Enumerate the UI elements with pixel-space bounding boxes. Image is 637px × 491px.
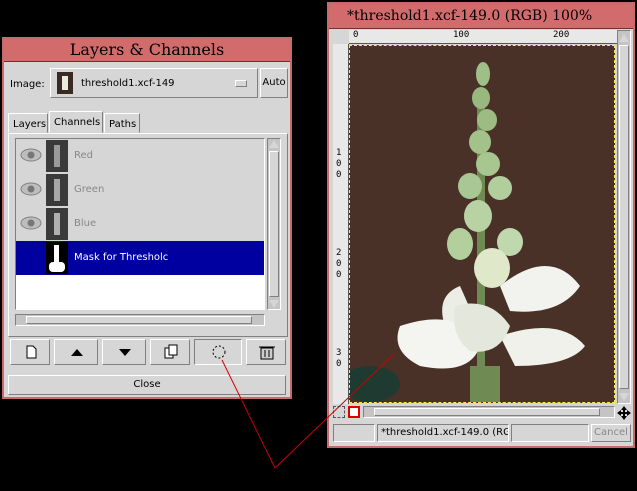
lower-channel-button[interactable] <box>102 339 146 365</box>
channel-row-mask[interactable]: Mask for Thresholc <box>16 241 264 275</box>
image-window: *threshold1.xcf-149.0 (RGB) 100% 0 100 2… <box>327 2 635 448</box>
channel-name: Green <box>74 184 105 195</box>
channels-panel: Red Green Blue Mask for Thresholc <box>8 133 288 337</box>
new-channel-button[interactable] <box>10 339 50 365</box>
ruler-tick: 3 0 <box>336 348 342 369</box>
channel-buttons <box>10 339 286 365</box>
image-label: Image: <box>10 79 45 90</box>
channel-thumbnail <box>46 140 68 172</box>
dropdown-indicator-icon <box>235 80 247 87</box>
cancel-button-label: Cancel <box>594 427 628 438</box>
eye-icon[interactable] <box>20 148 42 162</box>
ruler-tick: 2 0 0 <box>336 248 342 280</box>
tab-bar: Layers Channels Paths <box>8 111 288 133</box>
flower-image <box>350 46 614 402</box>
quick-mask-off-icon[interactable] <box>333 406 345 418</box>
image-vertical-scrollbar[interactable] <box>617 30 631 404</box>
auto-button-label: Auto <box>262 77 286 88</box>
arrow-down-icon <box>119 349 131 356</box>
scroll-up-icon[interactable] <box>619 34 629 42</box>
horizontal-scrollbar[interactable] <box>15 314 265 326</box>
duplicate-icon <box>164 344 178 359</box>
channel-name: Blue <box>74 218 97 229</box>
layers-channels-dialog: Layers & Channels Image: threshold1.xcf-… <box>2 37 292 399</box>
channel-row-blue[interactable]: Blue <box>16 207 264 241</box>
vertical-scrollbar[interactable] <box>267 138 281 310</box>
delete-channel-button[interactable] <box>246 339 286 365</box>
status-left-field <box>333 424 375 442</box>
channel-row-green[interactable]: Green <box>16 173 264 207</box>
image-h-thumb[interactable] <box>374 408 600 416</box>
left-ruler: 1 0 0 2 0 0 3 0 <box>333 44 349 404</box>
arrow-up-icon <box>71 349 83 356</box>
ruler-tick: 200 <box>553 30 570 40</box>
channel-name: Mask for Thresholc <box>74 252 169 263</box>
quick-mask-on-icon[interactable] <box>348 406 360 418</box>
close-button[interactable]: Close <box>8 375 286 395</box>
ruler-tick: 1 0 0 <box>336 148 342 180</box>
status-text: *threshold1.xcf-149.0 (RG <box>381 427 509 438</box>
channel-row-red[interactable]: Red <box>16 139 264 173</box>
navigate-icon[interactable] <box>617 406 631 420</box>
trash-icon <box>259 346 275 360</box>
channel-thumbnail <box>46 174 68 206</box>
auto-button[interactable]: Auto <box>260 68 288 98</box>
new-channel-icon <box>26 345 37 359</box>
selection-circle-icon <box>212 345 226 359</box>
image-canvas[interactable] <box>349 45 615 403</box>
scroll-down-icon[interactable] <box>269 300 279 308</box>
image-v-thumb[interactable] <box>619 45 629 389</box>
ruler-tick: 0 <box>353 30 359 40</box>
close-button-label: Close <box>133 379 161 390</box>
image-window-title[interactable]: *threshold1.xcf-149.0 (RGB) 100% <box>329 4 633 29</box>
mask-thumbnail <box>46 242 68 274</box>
channel-thumbnail <box>46 208 68 240</box>
duplicate-channel-button[interactable] <box>150 339 190 365</box>
scroll-down-icon[interactable] <box>619 393 629 401</box>
h-scrollbar-thumb[interactable] <box>26 316 252 324</box>
channel-name: Red <box>74 150 93 161</box>
tab-layers[interactable]: Layers <box>8 113 48 133</box>
cancel-button[interactable]: Cancel <box>591 424 631 442</box>
image-select-value: threshold1.xcf-149 <box>81 78 175 89</box>
eye-icon[interactable] <box>20 182 42 196</box>
progress-bar <box>511 424 589 442</box>
status-bar: *threshold1.xcf-149.0 (RG <box>377 424 509 442</box>
raise-channel-button[interactable] <box>54 339 98 365</box>
top-ruler: 0 100 200 <box>349 30 631 44</box>
scrollbar-thumb[interactable] <box>269 151 279 297</box>
image-select[interactable]: threshold1.xcf-149 <box>50 68 258 98</box>
dialog-title-bar[interactable]: Layers & Channels <box>4 39 290 62</box>
tab-paths[interactable]: Paths <box>104 113 140 133</box>
eye-icon[interactable] <box>20 216 42 230</box>
tab-channels[interactable]: Channels <box>49 111 103 133</box>
ruler-tick: 100 <box>453 30 470 40</box>
image-horizontal-scrollbar[interactable] <box>363 406 615 418</box>
channel-to-selection-button[interactable] <box>194 339 242 365</box>
image-thumbnail <box>57 72 73 94</box>
channel-list: Red Green Blue Mask for Thresholc <box>15 138 265 310</box>
scroll-up-icon[interactable] <box>269 140 279 148</box>
